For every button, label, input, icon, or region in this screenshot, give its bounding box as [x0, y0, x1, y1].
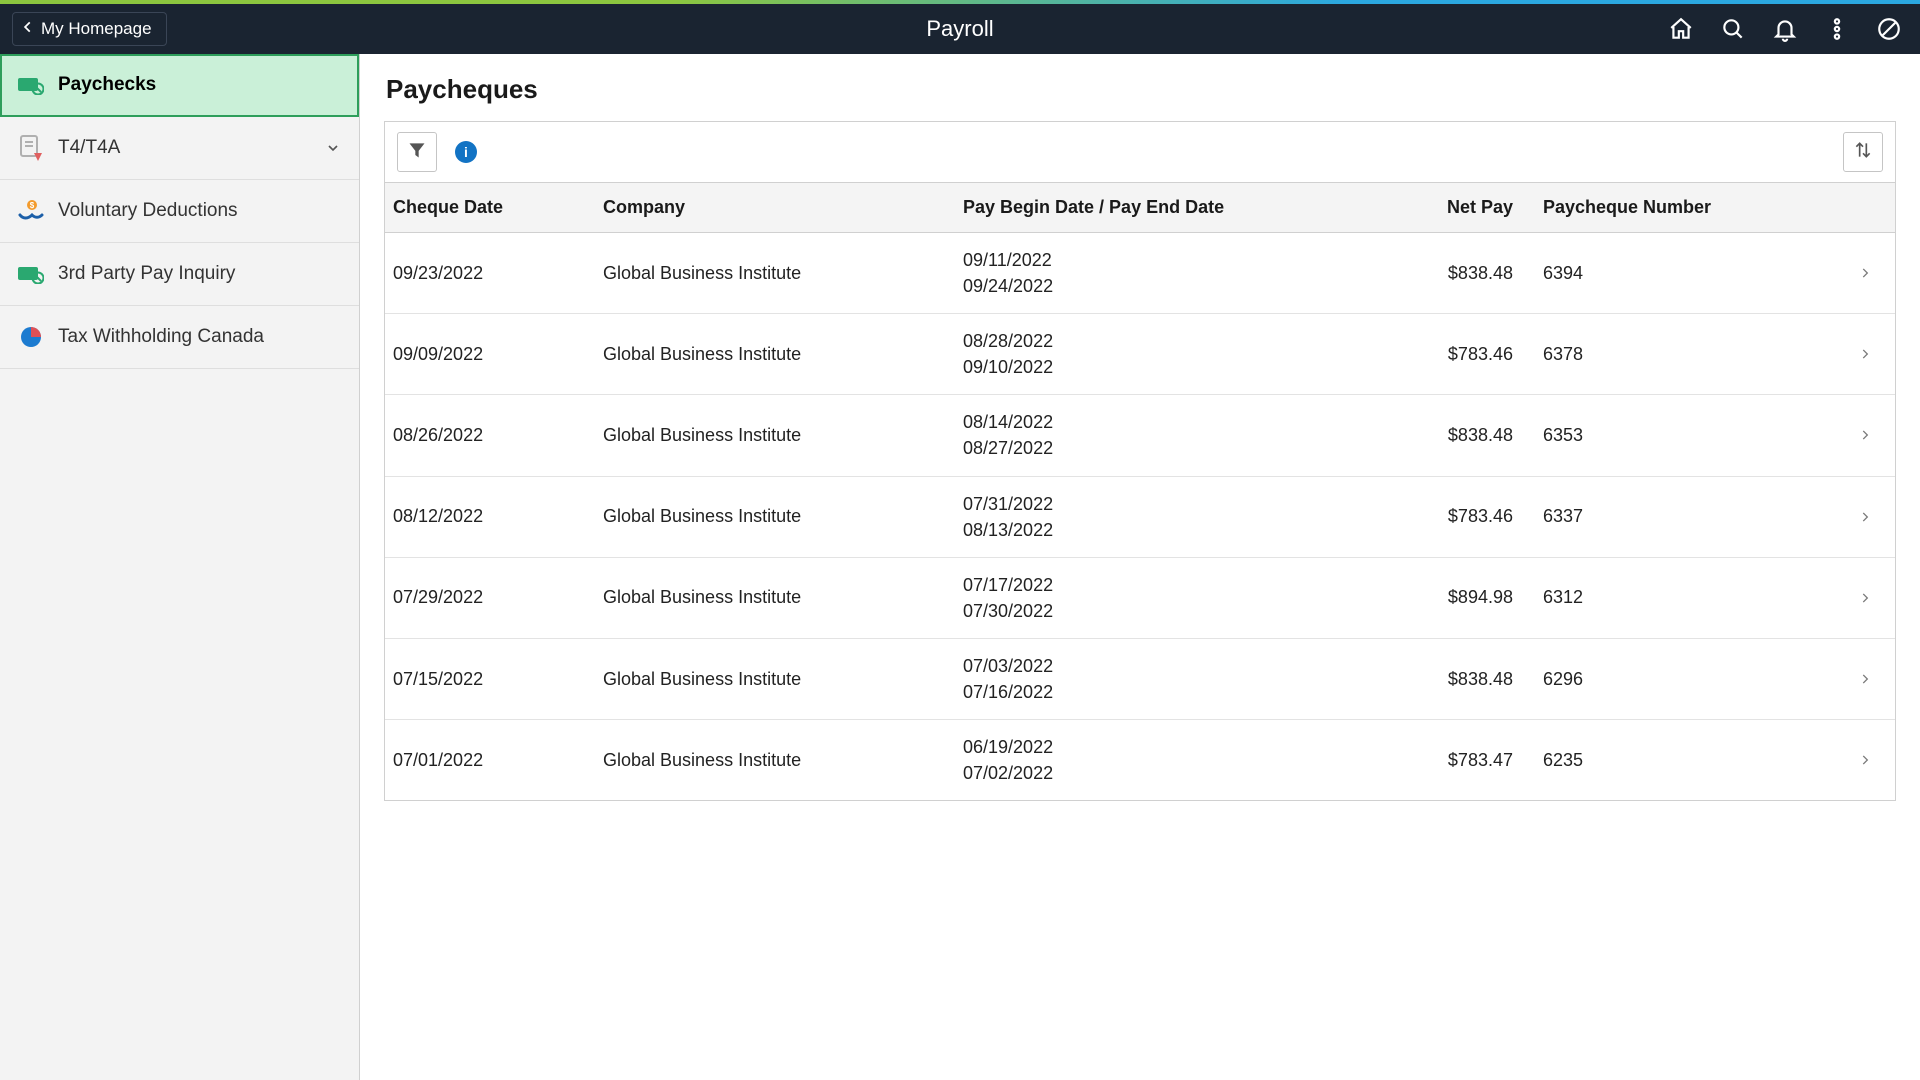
col-paycheque-number: Paycheque Number: [1543, 197, 1835, 218]
chevron-right-icon: [1835, 672, 1895, 686]
col-cheque-date: Cheque Date: [393, 197, 603, 218]
app-header: My Homepage Payroll: [0, 4, 1920, 54]
table-row[interactable]: 09/09/2022Global Business Institute08/28…: [385, 314, 1895, 395]
piechart-icon: [18, 324, 44, 350]
table-row[interactable]: 07/15/2022Global Business Institute07/03…: [385, 639, 1895, 720]
sort-button[interactable]: [1843, 132, 1883, 172]
cell-paycheque-number: 6394: [1543, 263, 1835, 284]
cell-net-pay: $783.46: [1363, 344, 1543, 365]
cell-net-pay: $894.98: [1363, 587, 1543, 608]
sidebar-item-label: 3rd Party Pay Inquiry: [58, 263, 235, 285]
prohibit-icon[interactable]: [1876, 16, 1902, 42]
table-row[interactable]: 08/12/2022Global Business Institute07/31…: [385, 477, 1895, 558]
chevron-right-icon: [1835, 347, 1895, 361]
bell-icon[interactable]: [1772, 16, 1798, 42]
cell-company: Global Business Institute: [603, 669, 963, 690]
cell-net-pay: $783.47: [1363, 750, 1543, 771]
sidebar-item-voluntary-deductions[interactable]: $ Voluntary Deductions: [0, 180, 359, 243]
cell-net-pay: $838.48: [1363, 669, 1543, 690]
chevron-left-icon: [21, 19, 35, 39]
paychecks-icon: [18, 72, 44, 98]
svg-text:$: $: [30, 201, 35, 210]
search-icon[interactable]: [1720, 16, 1746, 42]
main-content: Paycheques i Cheque Date Company Pay Beg…: [360, 54, 1920, 1080]
cell-net-pay: $838.48: [1363, 425, 1543, 446]
cell-net-pay: $838.48: [1363, 263, 1543, 284]
cell-pay-period: 08/28/202209/10/2022: [963, 328, 1363, 380]
sidebar-item-label: Paychecks: [58, 74, 156, 96]
sidebar: Paychecks T4/T4A $ Voluntary Deductions …: [0, 54, 360, 1080]
sort-icon: [1853, 140, 1873, 165]
cell-pay-period: 07/17/202207/30/2022: [963, 572, 1363, 624]
cell-company: Global Business Institute: [603, 750, 963, 771]
sidebar-item-label: Tax Withholding Canada: [58, 326, 264, 348]
table-row[interactable]: 09/23/2022Global Business Institute09/11…: [385, 233, 1895, 314]
table-toolbar: i: [384, 121, 1896, 182]
cell-paycheque-number: 6378: [1543, 344, 1835, 365]
sidebar-item-3rd-party-pay[interactable]: 3rd Party Pay Inquiry: [0, 243, 359, 306]
cell-net-pay: $783.46: [1363, 506, 1543, 527]
cell-cheque-date: 07/01/2022: [393, 750, 603, 771]
pay-inquiry-icon: [18, 261, 44, 287]
cell-cheque-date: 07/29/2022: [393, 587, 603, 608]
cell-cheque-date: 09/23/2022: [393, 263, 603, 284]
cell-paycheque-number: 6296: [1543, 669, 1835, 690]
cell-paycheque-number: 6337: [1543, 506, 1835, 527]
col-company: Company: [603, 197, 963, 218]
col-pay-period: Pay Begin Date / Pay End Date: [963, 197, 1363, 218]
home-icon[interactable]: [1668, 16, 1694, 42]
table-row[interactable]: 08/26/2022Global Business Institute08/14…: [385, 395, 1895, 476]
sidebar-item-paychecks[interactable]: Paychecks: [0, 54, 359, 117]
table-header: Cheque Date Company Pay Begin Date / Pay…: [384, 182, 1896, 233]
back-button-label: My Homepage: [41, 19, 152, 39]
cell-pay-period: 09/11/202209/24/2022: [963, 247, 1363, 299]
chevron-right-icon: [1835, 510, 1895, 524]
table-row[interactable]: 07/01/2022Global Business Institute06/19…: [385, 720, 1895, 800]
cell-paycheque-number: 6235: [1543, 750, 1835, 771]
filter-icon: [407, 140, 427, 165]
sidebar-item-tax-withholding[interactable]: Tax Withholding Canada: [0, 306, 359, 369]
page-title: Paycheques: [386, 74, 1896, 105]
deductions-icon: $: [18, 198, 44, 224]
chevron-right-icon: [1835, 266, 1895, 280]
chevron-right-icon: [1835, 591, 1895, 605]
cell-paycheque-number: 6312: [1543, 587, 1835, 608]
cell-company: Global Business Institute: [603, 344, 963, 365]
filter-button[interactable]: [397, 132, 437, 172]
back-button[interactable]: My Homepage: [12, 12, 167, 46]
cell-company: Global Business Institute: [603, 587, 963, 608]
table-body: 09/23/2022Global Business Institute09/11…: [384, 233, 1896, 801]
header-icons: [1668, 16, 1912, 42]
chevron-right-icon: [1835, 753, 1895, 767]
cell-cheque-date: 07/15/2022: [393, 669, 603, 690]
info-icon[interactable]: i: [455, 141, 477, 163]
cell-pay-period: 07/03/202207/16/2022: [963, 653, 1363, 705]
cell-paycheque-number: 6353: [1543, 425, 1835, 446]
kebab-menu-icon[interactable]: [1824, 16, 1850, 42]
sidebar-item-label: Voluntary Deductions: [58, 200, 238, 222]
cell-company: Global Business Institute: [603, 506, 963, 527]
cell-cheque-date: 08/12/2022: [393, 506, 603, 527]
sidebar-item-label: T4/T4A: [58, 137, 120, 159]
cell-pay-period: 07/31/202208/13/2022: [963, 491, 1363, 543]
document-icon: [18, 135, 44, 161]
cell-cheque-date: 09/09/2022: [393, 344, 603, 365]
sidebar-item-t4[interactable]: T4/T4A: [0, 117, 359, 180]
chevron-down-icon: [325, 140, 341, 156]
chevron-right-icon: [1835, 428, 1895, 442]
table-row[interactable]: 07/29/2022Global Business Institute07/17…: [385, 558, 1895, 639]
cell-company: Global Business Institute: [603, 425, 963, 446]
cell-pay-period: 08/14/202208/27/2022: [963, 409, 1363, 461]
cell-company: Global Business Institute: [603, 263, 963, 284]
col-net-pay: Net Pay: [1363, 197, 1543, 218]
cell-cheque-date: 08/26/2022: [393, 425, 603, 446]
cell-pay-period: 06/19/202207/02/2022: [963, 734, 1363, 786]
page-header-title: Payroll: [926, 16, 993, 42]
